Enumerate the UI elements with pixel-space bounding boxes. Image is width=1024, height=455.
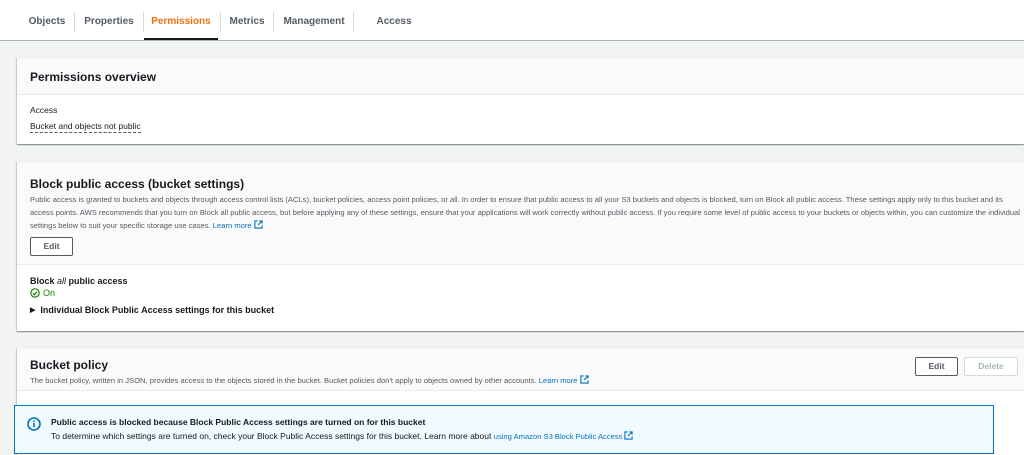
alert-body: To determine which settings are turned o… [51, 431, 634, 441]
description-text: Public access is granted to buckets and … [30, 195, 1020, 230]
tab-metrics[interactable]: Metrics [224, 0, 270, 40]
status-text: On [43, 288, 56, 298]
external-link-icon [253, 220, 263, 229]
panel-title: Permissions overview [30, 70, 157, 84]
tab-bar: Objects Properties Permissions Metrics M… [0, 0, 1024, 71]
learn-more-text: Learn more [538, 376, 578, 385]
tab-access-points[interactable]: Access Points [360, 0, 428, 71]
caret-right-icon: ▶ [30, 307, 36, 314]
alert-title: Public access is blocked because Block P… [51, 417, 426, 427]
tab-divider [220, 12, 221, 32]
external-link-icon [624, 431, 634, 440]
status-success-icon [30, 288, 40, 298]
panel-description: Public access is granted to buckets and … [30, 193, 1020, 232]
learn-more-text: Learn more [212, 221, 252, 230]
panel-description: The bucket policy, written in JSON, prov… [30, 374, 1011, 387]
access-value[interactable]: Bucket and objects not public [30, 121, 141, 133]
access-label: Access [30, 105, 58, 115]
info-icon [27, 417, 41, 431]
description-text: The bucket policy, written in JSON, prov… [30, 376, 537, 385]
learn-more-link[interactable]: Learn more [538, 375, 589, 385]
panel-header: Bucket policy The bucket policy, written… [17, 348, 1024, 391]
learn-more-link[interactable]: Learn more [212, 220, 263, 230]
block-all-label: Block all public access [30, 276, 128, 286]
panel-title: Bucket policy [30, 358, 109, 372]
block-public-access-panel: Block public access (bucket settings) Pu… [17, 161, 1024, 331]
bucket-policy-delete-button[interactable]: Delete [964, 357, 1018, 376]
tab-divider [353, 12, 354, 32]
tab-divider [273, 12, 274, 32]
tab-objects[interactable]: Objects [22, 0, 72, 40]
block-all-prefix: Block [30, 276, 58, 286]
external-link-icon [579, 375, 589, 384]
panel-header: Block public access (bucket settings) Pu… [17, 162, 1024, 265]
bucket-policy-edit-button[interactable]: Edit [915, 357, 958, 376]
block-public-access-docs-link[interactable]: using Amazon S3 Block Public Access [493, 431, 634, 441]
block-all-emphasis: all [57, 276, 67, 286]
block-all-suffix: public access [66, 276, 128, 286]
block-all-status: On [30, 288, 55, 298]
alert-link-text: using Amazon S3 Block Public Access [493, 432, 623, 441]
individual-settings-toggle[interactable]: ▶ Individual Block Public Access setting… [30, 305, 274, 315]
permissions-overview-panel: Permissions overview Access Bucket and o… [17, 57, 1024, 144]
tab-divider [74, 12, 75, 32]
panel-header: Permissions overview [17, 58, 1024, 95]
tab-properties[interactable]: Properties [80, 0, 138, 40]
tab-permissions[interactable]: Permissions [144, 0, 218, 40]
alert-body-text: To determine which settings are turned o… [51, 431, 492, 441]
block-public-access-edit-button[interactable]: Edit [30, 237, 73, 256]
info-alert: Public access is blocked because Block P… [14, 405, 994, 454]
panel-title: Block public access (bucket settings) [30, 177, 245, 191]
individual-settings-label: Individual Block Public Access settings … [40, 305, 275, 315]
tab-management[interactable]: Management [280, 0, 348, 40]
